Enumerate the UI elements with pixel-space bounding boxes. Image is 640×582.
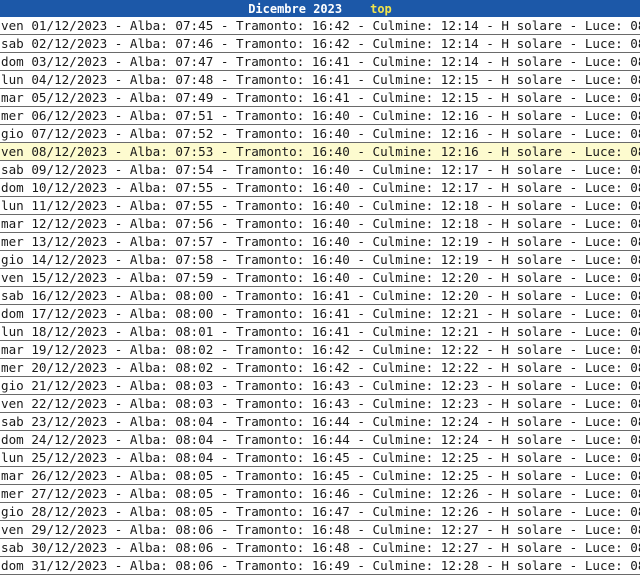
table-row: lun 04/12/2023 - Alba: 07:48 - Tramonto:… — [0, 72, 640, 89]
table-row: dom 03/12/2023 - Alba: 07:47 - Tramonto:… — [0, 54, 640, 71]
table-row: ven 08/12/2023 - Alba: 07:53 - Tramonto:… — [0, 143, 640, 161]
table-row: sab 09/12/2023 - Alba: 07:54 - Tramonto:… — [0, 162, 640, 179]
table-row: ven 22/12/2023 - Alba: 08:03 - Tramonto:… — [0, 396, 640, 413]
table-row: ven 15/12/2023 - Alba: 07:59 - Tramonto:… — [0, 270, 640, 287]
month-title: Dicembre 2023 — [248, 1, 343, 16]
table-row: dom 24/12/2023 - Alba: 08:04 - Tramonto:… — [0, 432, 640, 449]
table-row: mar 26/12/2023 - Alba: 08:05 - Tramonto:… — [0, 468, 640, 485]
table-row: gio 14/12/2023 - Alba: 07:58 - Tramonto:… — [0, 252, 640, 269]
table-row: sab 16/12/2023 - Alba: 08:00 - Tramonto:… — [0, 288, 640, 305]
month-header: Dicembre 2023 top — [0, 0, 640, 17]
table-row: lun 11/12/2023 - Alba: 07:55 - Tramonto:… — [0, 198, 640, 215]
table-row: gio 21/12/2023 - Alba: 08:03 - Tramonto:… — [0, 378, 640, 395]
top-link[interactable]: top — [370, 2, 392, 16]
day-rows: ven 01/12/2023 - Alba: 07:45 - Tramonto:… — [0, 17, 640, 575]
table-row: lun 18/12/2023 - Alba: 08:01 - Tramonto:… — [0, 324, 640, 341]
table-row: mar 05/12/2023 - Alba: 07:49 - Tramonto:… — [0, 90, 640, 107]
table-row: gio 28/12/2023 - Alba: 08:05 - Tramonto:… — [0, 504, 640, 521]
table-row: sab 30/12/2023 - Alba: 08:06 - Tramonto:… — [0, 540, 640, 557]
table-row: sab 23/12/2023 - Alba: 08:04 - Tramonto:… — [0, 414, 640, 431]
table-row: mer 27/12/2023 - Alba: 08:05 - Tramonto:… — [0, 486, 640, 503]
table-row: gio 07/12/2023 - Alba: 07:52 - Tramonto:… — [0, 126, 640, 143]
table-row: dom 10/12/2023 - Alba: 07:55 - Tramonto:… — [0, 180, 640, 197]
table-row: mer 06/12/2023 - Alba: 07:51 - Tramonto:… — [0, 108, 640, 125]
table-row: mer 20/12/2023 - Alba: 08:02 - Tramonto:… — [0, 360, 640, 377]
table-row: ven 01/12/2023 - Alba: 07:45 - Tramonto:… — [0, 18, 640, 35]
table-row: dom 31/12/2023 - Alba: 08:06 - Tramonto:… — [0, 558, 640, 575]
table-row: dom 17/12/2023 - Alba: 08:00 - Tramonto:… — [0, 306, 640, 323]
table-row: mer 13/12/2023 - Alba: 07:57 - Tramonto:… — [0, 234, 640, 251]
table-row: lun 25/12/2023 - Alba: 08:04 - Tramonto:… — [0, 450, 640, 467]
table-row: mar 19/12/2023 - Alba: 08:02 - Tramonto:… — [0, 342, 640, 359]
table-row: mar 12/12/2023 - Alba: 07:56 - Tramonto:… — [0, 216, 640, 233]
table-row: sab 02/12/2023 - Alba: 07:46 - Tramonto:… — [0, 36, 640, 53]
sun-times-table: Dicembre 2023 top ven 01/12/2023 - Alba:… — [0, 0, 640, 575]
table-row: ven 29/12/2023 - Alba: 08:06 - Tramonto:… — [0, 522, 640, 539]
